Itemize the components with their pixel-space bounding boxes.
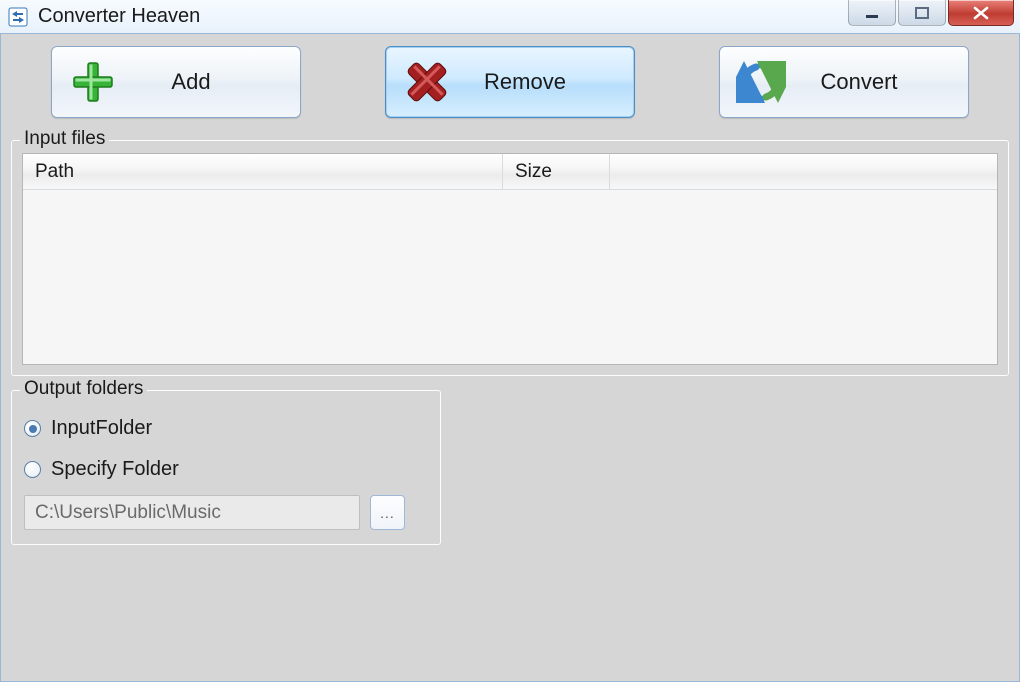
- input-files-legend: Input files: [20, 128, 109, 150]
- add-button[interactable]: Add: [51, 46, 301, 118]
- radio-input-folder-input[interactable]: [24, 420, 41, 437]
- radio-specify-folder[interactable]: Specify Folder: [24, 458, 428, 481]
- client-area: Add Remove: [0, 34, 1020, 682]
- radio-input-folder[interactable]: InputFolder: [24, 417, 428, 440]
- remove-button[interactable]: Remove: [385, 46, 635, 118]
- column-filler: [610, 154, 997, 190]
- browse-button[interactable]: ...: [370, 495, 405, 530]
- listview-header: Path Size: [23, 154, 997, 190]
- toolbar: Add Remove: [11, 44, 1009, 132]
- input-files-listview[interactable]: Path Size: [22, 153, 998, 365]
- refresh-icon: [736, 57, 786, 107]
- output-folders-group: Output folders InputFolder Specify Folde…: [11, 390, 441, 545]
- window-controls: [846, 0, 1014, 26]
- radio-specify-folder-label: Specify Folder: [51, 458, 179, 481]
- output-folders-legend: Output folders: [20, 378, 147, 400]
- window-title: Converter Heaven: [38, 5, 200, 28]
- folder-path-input[interactable]: [24, 495, 360, 530]
- column-size[interactable]: Size: [503, 154, 610, 190]
- minimize-button[interactable]: [848, 0, 896, 26]
- remove-button-label: Remove: [452, 69, 618, 95]
- radio-input-folder-label: InputFolder: [51, 417, 152, 440]
- listview-body[interactable]: [23, 190, 997, 364]
- x-icon: [402, 57, 452, 107]
- input-files-group: Input files Path Size: [11, 140, 1009, 376]
- column-path[interactable]: Path: [23, 154, 503, 190]
- radio-specify-folder-input[interactable]: [24, 461, 41, 478]
- app-icon: [8, 7, 28, 27]
- close-button[interactable]: [948, 0, 1014, 26]
- folder-path-row: ...: [24, 495, 428, 530]
- maximize-button[interactable]: [898, 0, 946, 26]
- plus-icon: [68, 57, 118, 107]
- convert-button[interactable]: Convert: [719, 46, 969, 118]
- titlebar: Converter Heaven: [0, 0, 1020, 34]
- convert-button-label: Convert: [786, 69, 952, 95]
- add-button-label: Add: [118, 69, 284, 95]
